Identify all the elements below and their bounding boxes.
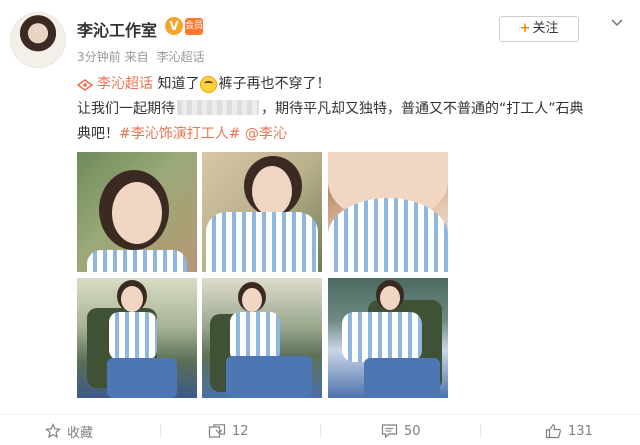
follow-label: 关注: [532, 21, 559, 36]
mention-link[interactable]: @李沁: [245, 126, 287, 142]
divider: [480, 424, 481, 438]
source-link[interactable]: 李沁超话: [156, 50, 204, 64]
photo-thumbnail[interactable]: [328, 152, 448, 272]
photo-thumbnail[interactable]: [77, 278, 197, 398]
divider: [160, 424, 161, 438]
post-time[interactable]: 3分钟前: [77, 50, 121, 64]
photo-thumbnail[interactable]: [202, 278, 322, 398]
text-segment: ，期待平凡却又独特，普通又不普通的“打工人”石典: [261, 101, 584, 117]
text-segment: 典吧！: [77, 126, 119, 142]
post-text-line-3: 典吧！#李沁饰演打工人# @李沁: [77, 122, 617, 147]
star-icon: [45, 423, 61, 439]
comment-button[interactable]: 50: [381, 421, 421, 441]
author-name[interactable]: 李沁工作室: [77, 17, 157, 41]
avatar[interactable]: [10, 12, 66, 68]
blurred-redaction: [177, 100, 259, 115]
favorite-label: 收藏: [67, 425, 94, 441]
like-count: 131: [568, 423, 593, 439]
comment-count: 50: [404, 423, 421, 439]
weibo-post-card: 李沁工作室 V 会员 3分钟前 来自 李沁超话 + 关注 李沁超话 知道了 裤子再也…: [0, 0, 640, 445]
post-meta: 3分钟前 来自 李沁超话: [77, 48, 209, 65]
post-text-line-2: 让我们一起期待 ，期待平凡却又独特，普通又不普通的“打工人”石典: [77, 97, 617, 122]
vip-badge-icon: 会员: [185, 18, 203, 35]
plus-icon: +: [519, 21, 531, 36]
verified-badge-icon: V: [165, 17, 183, 35]
like-button[interactable]: 131: [545, 421, 593, 441]
follow-button[interactable]: + 关注: [499, 16, 579, 42]
repost-button[interactable]: 12: [208, 421, 249, 441]
photo-thumbnail[interactable]: [77, 152, 197, 272]
photo-thumbnail[interactable]: [328, 278, 448, 398]
text-segment: 让我们一起期待: [77, 101, 175, 117]
repost-icon: [208, 424, 226, 438]
action-bar: 收藏 12 50 131: [0, 414, 640, 445]
thumbs-up-icon: [545, 424, 561, 439]
chevron-down-icon[interactable]: [610, 16, 624, 30]
photo-thumbnail[interactable]: [202, 152, 322, 272]
text-segment: 知道了: [157, 76, 200, 92]
hashtag-link[interactable]: #李沁饰演打工人#: [119, 126, 240, 142]
super-topic-icon: [77, 78, 93, 91]
text-segment: 裤子再也不穿了！: [218, 76, 331, 92]
super-topic-link[interactable]: 李沁超话: [97, 72, 153, 97]
favorite-button[interactable]: 收藏: [45, 421, 93, 441]
post-text-line-1: 李沁超话 知道了 裤子再也不穿了！: [77, 72, 617, 97]
source-prefix: 来自: [124, 50, 149, 64]
comment-icon: [381, 424, 398, 439]
divider: [320, 424, 321, 438]
post-text: 李沁超话 知道了 裤子再也不穿了！ 让我们一起期待 ，期待平凡却又独特，普通又不普…: [77, 72, 617, 147]
repost-count: 12: [232, 423, 249, 439]
laughing-emoji-icon: [200, 76, 218, 93]
